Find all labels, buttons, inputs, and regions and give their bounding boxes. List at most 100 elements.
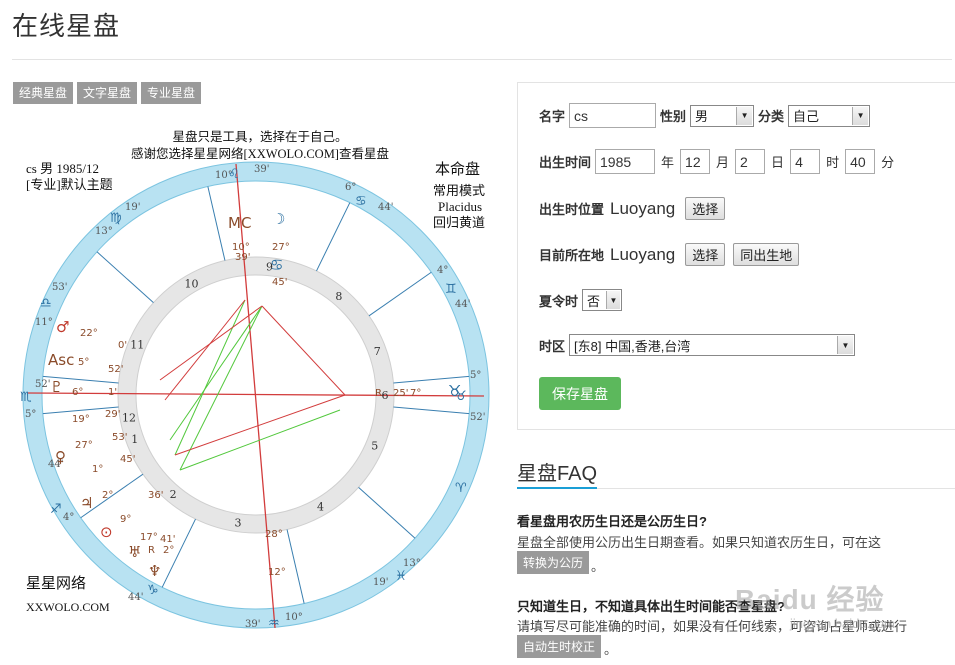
zodiac-degree-label: 13° [95, 226, 113, 237]
house-number: 3 [235, 517, 242, 530]
house-number: 6 [382, 389, 389, 402]
year-unit: 年 [661, 155, 675, 170]
planet-glyph-label: 1' [108, 387, 117, 398]
zodiac-degree-label: 4° [63, 512, 74, 523]
birth-time-row: 出生时间 年 月 日 时 分 [539, 149, 900, 174]
zodiac-degree-label: 13° [403, 558, 421, 569]
planet-glyph-label: ♉ [448, 382, 461, 400]
house-number: 1 [131, 433, 138, 446]
zodiac-degree-label: 53' [52, 282, 67, 293]
day-input[interactable] [735, 149, 766, 174]
zodiac-sign-icon: ♈ [455, 481, 467, 496]
zodiac-degree-label: 5° [470, 370, 481, 381]
faq-heading: 星盘FAQ [517, 463, 598, 485]
tab-classic-chart[interactable]: 经典星盘 [13, 82, 74, 104]
zodiac-degree-label: 44' [128, 592, 143, 603]
planet-glyph-label: 28° [265, 529, 283, 540]
planet-glyph-label: ⊙ [100, 523, 113, 541]
same-as-birth-place-button[interactable]: 同出生地 [733, 243, 800, 266]
chart-owner-line1: cs 男 1985/12 [26, 161, 99, 176]
zodiac-sign-icon: ♋ [355, 194, 367, 209]
choose-birth-place-button[interactable]: 选择 [685, 197, 726, 220]
zodiac-degree-label: 19' [373, 577, 388, 588]
zodiac-degree-label: 5° [25, 409, 36, 420]
hour-input[interactable] [790, 149, 821, 174]
save-chart-button[interactable]: 保存星盘 [539, 377, 621, 410]
planet-glyph-label: ♇ [50, 378, 63, 396]
dst-select[interactable]: 否 ▼ [582, 289, 623, 311]
planet-glyph-label: 7° [410, 388, 421, 399]
zodiac-sign-icon: ♒ [268, 616, 280, 631]
month-unit: 月 [716, 155, 730, 170]
planet-glyph-label: 22° [80, 328, 98, 339]
baidu-watermark: Baidu 经验 [735, 584, 885, 615]
zodiac-degree-label: 4° [437, 265, 448, 276]
zodiac-degree-label: 39' [245, 619, 260, 630]
house-number: 8 [335, 290, 342, 303]
zodiac-sign-icon: ♍ [110, 211, 122, 226]
faq-answer-2-end: 。 [604, 642, 618, 657]
birth-time-label: 出生时间 [539, 155, 592, 170]
planet-glyph-label: 17° [140, 532, 158, 543]
planet-glyph-label: 1° [92, 464, 103, 475]
tab-text-chart[interactable]: 文字星盘 [77, 82, 138, 104]
planet-glyph-label: 45' [272, 277, 287, 288]
tab-pro-chart[interactable]: 专业星盘 [141, 82, 202, 104]
convert-to-solar-link[interactable]: 转换为公历 [517, 551, 590, 574]
house-number: 11 [130, 339, 144, 352]
timezone-row: 时区 [东8] 中国,香港,台湾 ▼ [539, 334, 856, 356]
brand-domain: XXWOLO.COM [26, 600, 110, 614]
chart-form-panel: 名字 性别 男 ▼ 分类 自己 ▼ 出生时间 年 月 日 时 分 出生时位置 L… [517, 82, 955, 430]
planet-glyph-label: ☽ [272, 210, 285, 228]
year-input[interactable] [595, 149, 656, 174]
planet-glyph-label: 2° [163, 545, 174, 556]
page-title: 在线星盘 [12, 11, 121, 41]
current-place-value: Luoyang [610, 244, 676, 264]
planet-glyph-label: 5° [78, 357, 89, 368]
current-place-row: 目前所在地 Luoyang 选择 同出生地 [539, 243, 800, 266]
category-value: 自己 [793, 109, 820, 124]
natal-chart: 1 2 3 4 5 6 7 8 9 10 11 12 10° 39' 6° 44' 4° 44' 5° 52' 13° 1… [0, 110, 505, 665]
name-label: 名字 [539, 109, 566, 124]
gender-select[interactable]: 男 ▼ [690, 104, 755, 127]
auto-time-rectification-link[interactable]: 自动生时校正 [517, 635, 602, 658]
minute-unit: 分 [881, 155, 895, 170]
chevron-down-icon: ▼ [852, 106, 869, 125]
planet-glyph-label: R [148, 545, 155, 556]
chart-owner-line2: [专业]默认主题 [26, 177, 113, 192]
planet-glyph-label: ♆ [148, 562, 161, 580]
planet-glyph-label: ♀ [55, 448, 66, 466]
timezone-label: 时区 [539, 338, 566, 354]
planet-glyph-label: 9° [120, 514, 131, 525]
zodiac-sign-icon: ♌ [228, 167, 240, 182]
zodiac-sign-icon: ♊ [445, 282, 457, 297]
planet-glyph-label: ♃ [80, 494, 93, 512]
planet-glyph-label: ♂ [56, 318, 69, 336]
month-input[interactable] [680, 149, 711, 174]
name-row: 名字 性别 男 ▼ 分类 自己 ▼ [539, 103, 871, 128]
planet-glyph-label: 36' [148, 490, 163, 501]
planet-glyph-label: 53' [112, 432, 127, 443]
house-number: 2 [170, 488, 177, 501]
chart-type-line4: 回归黄道 [433, 215, 486, 230]
zodiac-sign-icon: ♓ [395, 569, 407, 584]
category-select[interactable]: 自己 ▼ [788, 104, 871, 127]
current-place-label: 目前所在地 [539, 248, 605, 263]
title-divider [12, 59, 952, 60]
planet-glyph-label: 12° [268, 567, 286, 578]
choose-current-place-button[interactable]: 选择 [685, 243, 726, 266]
baidu-watermark-url: jingyan.baidu.com [790, 616, 895, 631]
timezone-select[interactable]: [东8] 中国,香港,台湾 ▼ [569, 334, 856, 356]
planet-glyph-label: R [375, 388, 382, 399]
zodiac-degree-label: 10° [285, 612, 303, 623]
dst-label: 夏令时 [539, 293, 579, 309]
name-input[interactable] [569, 103, 657, 128]
minute-input[interactable] [845, 149, 876, 174]
house-number: 10 [185, 277, 199, 290]
planet-glyph-label: 39' [235, 252, 250, 263]
house-number: 12 [122, 411, 136, 424]
brand-name: 星星网络 [26, 576, 87, 592]
planet-glyph-label: 29' [105, 409, 120, 420]
chart-type-line2: 常用模式 [433, 183, 486, 198]
house-number: 5 [371, 439, 378, 452]
